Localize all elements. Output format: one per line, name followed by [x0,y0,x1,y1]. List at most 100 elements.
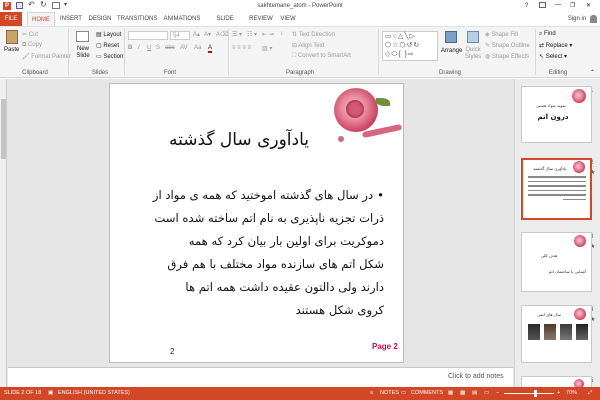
spellcheck-icon[interactable]: ▣ [48,387,53,400]
comments-button[interactable]: COMMENTS [411,387,443,400]
paste-button[interactable]: Paste [3,30,21,60]
convert-smartart-label: Convert to SmartArt [297,53,351,59]
slide-canvas[interactable]: یادآوری سال گذشته •در سال های گذشته اموخ… [109,83,404,363]
thumbnail-slide-2[interactable]: یادآوری سال گذشته [521,158,592,220]
body-line: ذرات تجزیه ناپذیری به نام اتم ساخته شده … [154,211,384,225]
fit-to-window-icon[interactable]: ⤢ [588,387,592,400]
section-label: Section [103,54,124,60]
grow-font-icon[interactable]: A▴ [193,31,200,38]
tab-view[interactable]: VIEW [278,12,298,26]
select-button[interactable]: ↖ Select ▾ [539,53,567,60]
find-button[interactable]: ⌕ Find [539,31,556,38]
reset-button[interactable]: ▢ Reset [96,42,119,49]
page-label: Page 2 [372,342,398,351]
tab-file[interactable]: FILE [0,12,22,26]
paint-bucket-icon: ◈ [485,32,490,38]
zoom-slider-thumb[interactable] [534,390,537,397]
ribbon-home: Paste ✂ Cut ⧉ Copy 🖌 Format Painter Clip… [0,26,600,78]
change-case-button[interactable]: Aa [194,45,201,51]
zoom-slider[interactable] [504,390,554,397]
line-spacing-icon[interactable]: ↕ [280,31,283,37]
arrange-label: Arrange [441,48,463,54]
drawing-group-label: Drawing [438,70,461,76]
zoom-out-icon[interactable]: − [496,387,499,400]
shape-effects-button[interactable]: ◍ Shape Effects [485,53,529,60]
sign-in-link[interactable]: Sign in [566,12,588,26]
tab-transitions[interactable]: TRANSITIONS [117,12,157,26]
zoom-in-icon[interactable]: + [557,387,560,400]
find-label: Find [544,31,556,37]
shapes-gallery[interactable]: ▭○△╲▷ ⬠☆⬡↺↻ ◇⬭{ }⇨ [382,31,438,61]
font-size-box[interactable]: 54 [170,31,190,40]
align-icons[interactable]: ≡ ≡ ≡ ≡ [232,45,251,51]
collapse-ribbon-icon[interactable]: ⌃ [590,69,595,76]
text-direction-icon: ⇅ [292,32,298,38]
slide-body[interactable]: •در سال های گذشته اموختید که همه ی مواد … [122,184,384,322]
shadow-button[interactable]: S [156,45,160,51]
underline-button[interactable]: U [147,45,151,51]
splash-drop-icon [338,136,344,142]
notes-button[interactable]: NOTES [380,387,399,400]
tab-insert[interactable]: INSERT [59,12,83,26]
italic-button[interactable]: I [138,45,140,51]
restore-button[interactable]: ❐ [570,2,575,9]
minimize-button[interactable]: — [555,2,561,8]
font-color-button[interactable]: A [208,45,213,53]
strikethrough-button[interactable]: abc [165,45,175,51]
bullets-icon[interactable]: ☰ ▾ [232,31,242,38]
copy-button[interactable]: ⧉ Copy [22,42,42,49]
tab-animations[interactable]: ANIMATIONS [163,12,201,26]
numbering-icon[interactable]: ☷ ▾ [247,31,257,38]
zoom-level[interactable]: 70% [566,387,577,400]
indent-icon[interactable]: ⇤ ⇥ [262,31,274,38]
normal-view-icon[interactable]: ▦ [448,387,453,400]
arrange-button[interactable]: Arrange [441,31,463,67]
convert-smartart-button[interactable]: ⛶ Convert to SmartArt [292,53,351,60]
slide-title[interactable]: یادآوری سال گذشته [150,130,328,150]
thumbnail-slide-4[interactable]: مدل های اتمی [521,305,592,363]
notes-pane[interactable]: Click to add notes [8,367,513,387]
shrink-font-icon[interactable]: A▾ [204,31,211,38]
thumbnail-slide-3[interactable]: هدف کلی آشنایی با ساختمان اتم [521,232,592,292]
copy-icon: ⧉ [22,42,27,48]
font-name-box[interactable] [128,31,168,40]
tab-home[interactable]: HOME [27,12,55,26]
section-button[interactable]: ▭ Section [96,53,123,60]
cut-button[interactable]: ✂ Cut [22,31,38,38]
format-painter-button[interactable]: 🖌 Format Painter [22,53,71,60]
tab-design[interactable]: DESIGN [88,12,112,26]
shape-outline-label: Shape Outline [491,43,530,49]
portrait-photo-2 [544,324,556,340]
bold-button[interactable]: B [128,45,132,51]
language-status[interactable]: ENGLISH (UNITED STATES) [58,387,130,400]
close-button[interactable]: ✕ [586,2,591,9]
text-direction-button[interactable]: ⇅ Text Direction [292,31,335,38]
tab-review[interactable]: REVIEW [249,12,273,26]
thumbnail-slide-1[interactable]: نمونه سواد هستی درون اتم [521,86,592,143]
new-slide-button[interactable]: New Slide [72,30,94,66]
slide-count-status[interactable]: SLIDE 2 OF 18 [4,387,41,400]
scroll-thumb[interactable] [1,99,6,159]
quick-styles-button[interactable]: Quick Styles [462,31,484,67]
thumb-line: هدف کلی [540,253,558,258]
slide-sorter-icon[interactable]: ▩ [460,387,465,400]
ribbon-display-options-icon[interactable] [539,2,546,8]
tab-slide-show[interactable]: SLIDE SHOW [208,12,242,36]
notes-icon[interactable]: ≡ [370,387,373,400]
portrait-photo-4 [576,324,588,340]
slide-pane-scrollbar[interactable] [0,79,7,387]
shape-outline-button[interactable]: ✎ Shape Outline [485,42,530,49]
align-text-button[interactable]: ⊟ Align Text [292,42,324,49]
help-button[interactable]: ? [525,3,528,9]
brush-icon: 🖌 [22,54,30,60]
replace-button[interactable]: ⇄ Replace ▾ [539,42,572,49]
reading-view-icon[interactable]: ▤ [472,387,477,400]
char-spacing-button[interactable]: AV [180,45,188,51]
shape-fill-button[interactable]: ◈ Shape Fill [485,31,518,38]
paste-icon [6,30,18,44]
layout-button[interactable]: ▤ Layout [96,31,121,38]
slide-show-icon[interactable]: ▭ [484,387,489,400]
clear-format-icon[interactable]: A⌫ [216,31,229,38]
columns-icon[interactable]: ▥ ▾ [262,45,272,52]
comments-icon[interactable]: ▭ [401,387,406,400]
